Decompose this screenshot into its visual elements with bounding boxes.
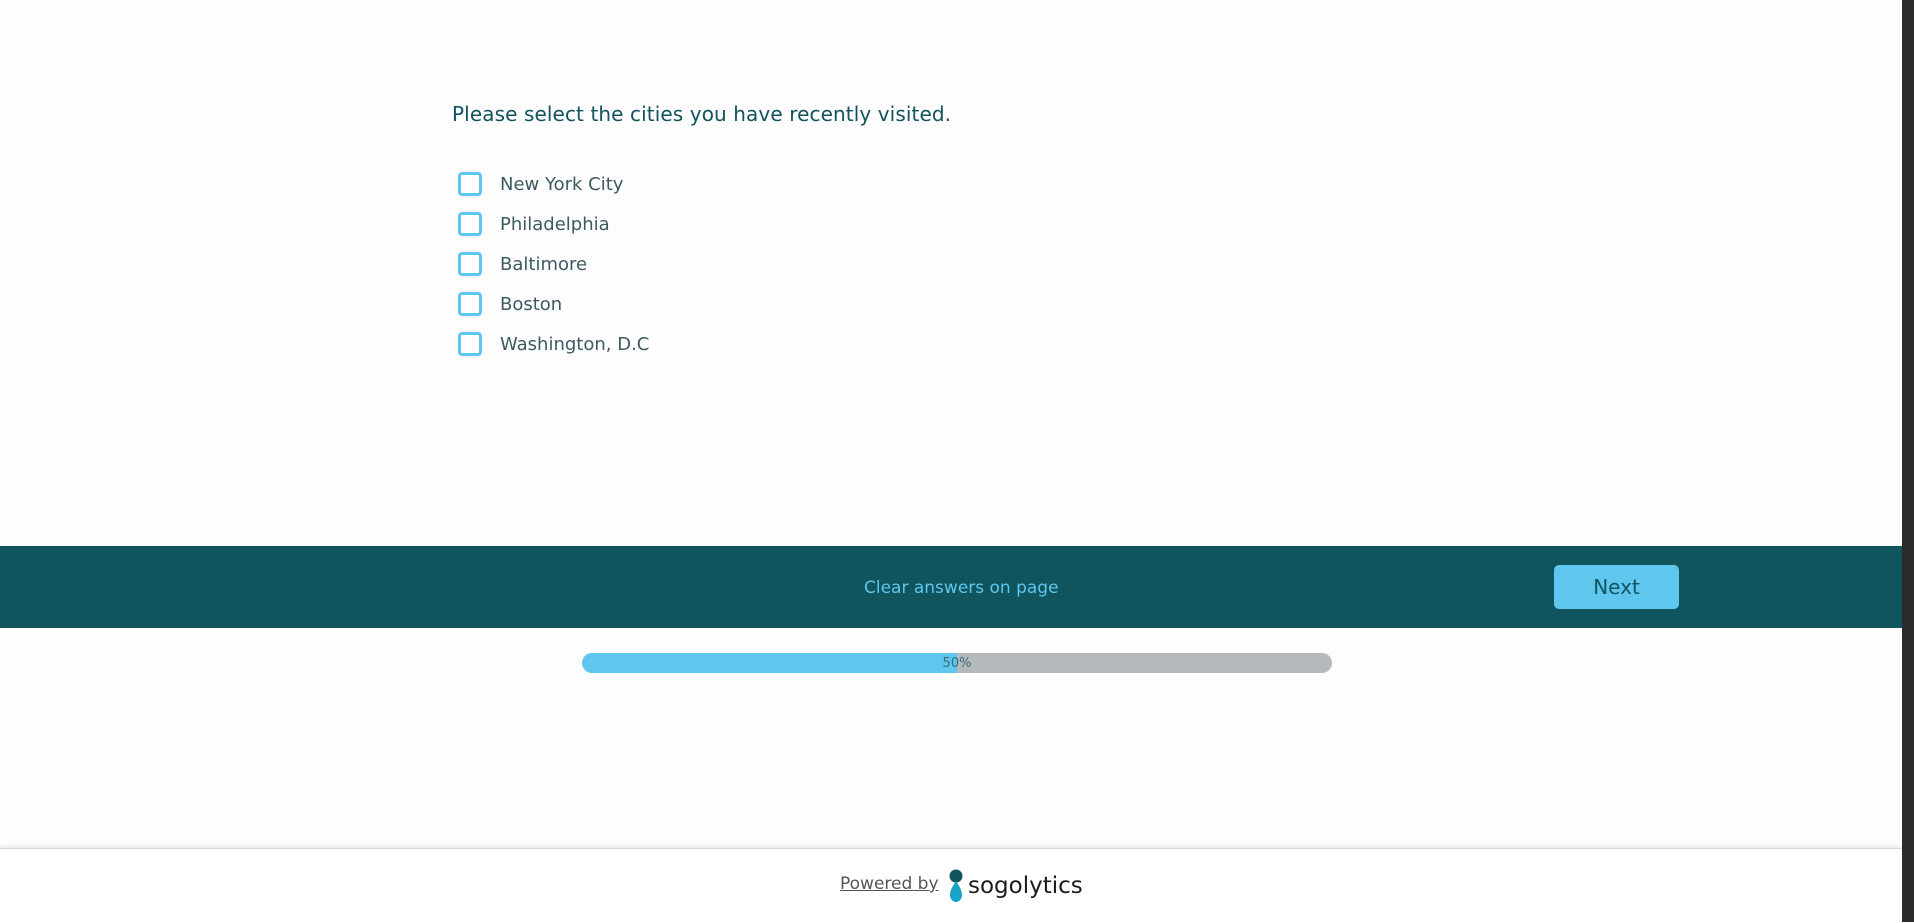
- sogolytics-logo-icon: [949, 869, 963, 902]
- brand-name: sogolytics: [968, 873, 1083, 899]
- progress-label: 50%: [942, 655, 972, 671]
- option-philadelphia[interactable]: Philadelphia: [458, 204, 649, 244]
- powered-by-link[interactable]: Powered by: [840, 874, 939, 894]
- next-button[interactable]: Next: [1554, 565, 1679, 609]
- option-label: Baltimore: [500, 253, 588, 275]
- option-label: Washington, D.C: [500, 333, 650, 355]
- survey-page: Please select the cities you have recent…: [0, 0, 1902, 923]
- option-baltimore[interactable]: Baltimore: [458, 244, 649, 284]
- option-label: Philadelphia: [500, 213, 610, 235]
- option-washington-dc[interactable]: Washington, D.C: [458, 324, 649, 364]
- option-label: New York City: [500, 173, 624, 195]
- options-list: New York City Philadelphia Baltimore Bos…: [458, 164, 649, 364]
- window-edge: [1902, 0, 1914, 922]
- checkbox[interactable]: [458, 172, 482, 196]
- option-label: Boston: [500, 293, 563, 315]
- question-text: Please select the cities you have recent…: [452, 102, 952, 126]
- footer: Powered by sogolytics: [0, 848, 1902, 923]
- checkbox[interactable]: [458, 252, 482, 276]
- progress-bar: 50%: [582, 653, 1332, 673]
- brand-logo[interactable]: sogolytics: [948, 869, 1083, 903]
- option-new-york-city[interactable]: New York City: [458, 164, 649, 204]
- option-boston[interactable]: Boston: [458, 284, 649, 324]
- checkbox[interactable]: [458, 332, 482, 356]
- checkbox[interactable]: [458, 212, 482, 236]
- checkbox[interactable]: [458, 292, 482, 316]
- clear-answers-link[interactable]: Clear answers on page: [864, 578, 1059, 598]
- navigation-bar: Clear answers on page Next: [0, 546, 1902, 628]
